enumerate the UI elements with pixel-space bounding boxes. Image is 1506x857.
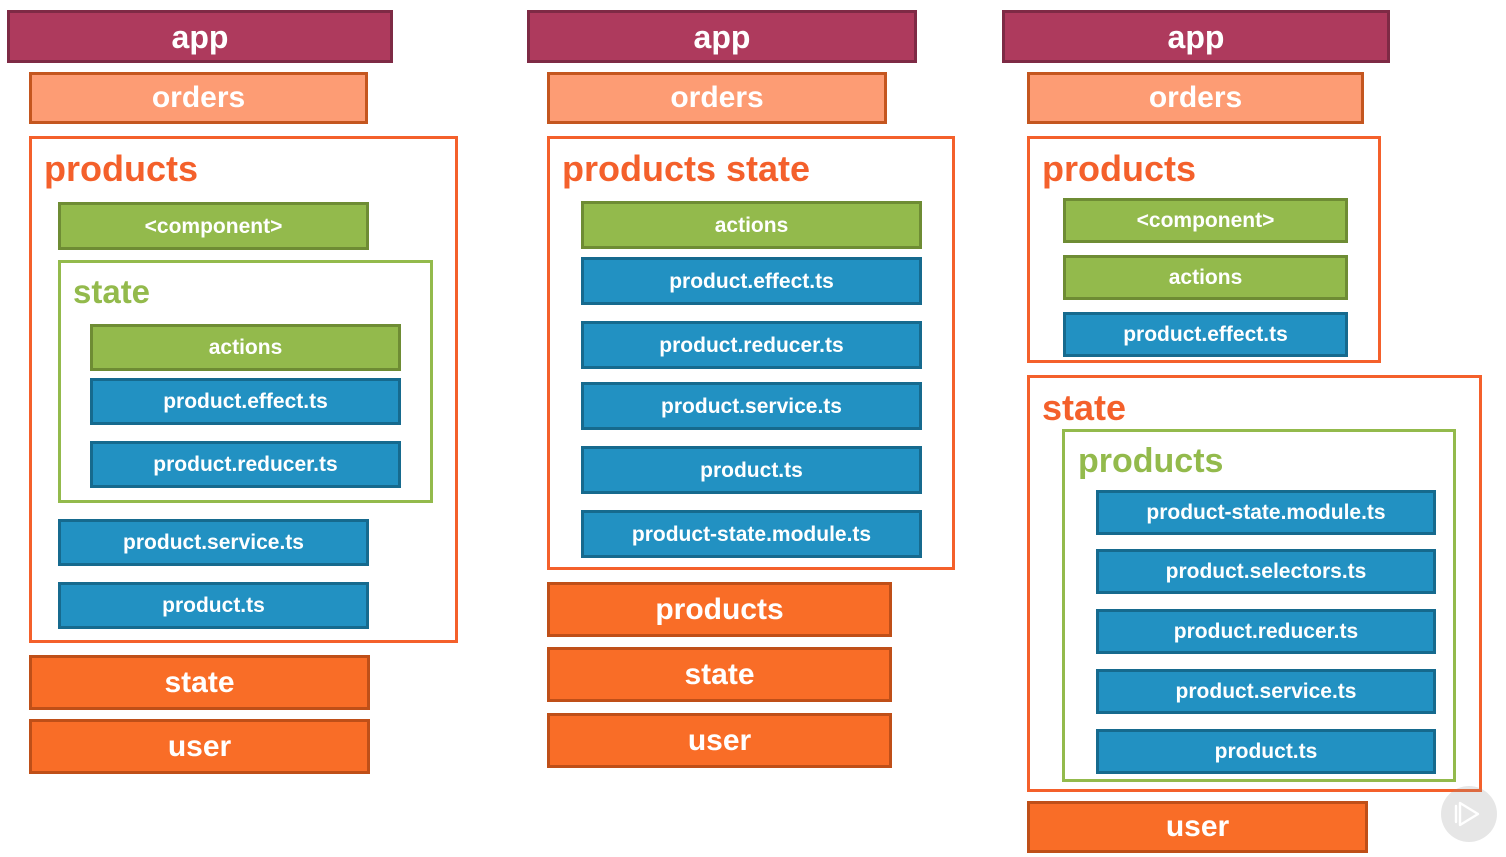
col3-state-products-item-2: product.reducer.ts — [1096, 609, 1436, 654]
col3-state-products-group: products product-state.module.ts product… — [1062, 429, 1456, 782]
col3-products-item-1: actions — [1063, 255, 1348, 300]
col2-orders-bar: orders — [547, 72, 887, 124]
col3-state-products-item-3: product.service.ts — [1096, 669, 1436, 714]
col3-app-header: app — [1002, 10, 1390, 63]
col3-products-group: products <component> actions product.eff… — [1027, 136, 1381, 363]
col2-products-state-group: products state actions product.effect.ts… — [547, 136, 955, 570]
col3-state-products-item-1: product.selectors.ts — [1096, 549, 1436, 594]
col2-app-header: app — [527, 10, 917, 63]
col1-products-tail-1: product.ts — [58, 582, 369, 629]
col1-state-group-title: state — [73, 273, 151, 310]
col1-products-group: products <component> state actions produ… — [29, 136, 458, 643]
col2-products-state-group-title: products state — [562, 148, 811, 189]
col1-app-header: app — [7, 10, 393, 63]
column-1: app orders products <component> state ac… — [0, 0, 500, 857]
col2-group-item-3: product.service.ts — [581, 382, 922, 430]
col1-products-tail-0: product.service.ts — [58, 519, 369, 566]
col2-footer-products: products — [547, 582, 892, 637]
col3-state-products-group-title: products — [1078, 442, 1224, 480]
col1-state-item-2: product.reducer.ts — [90, 441, 401, 488]
col2-footer-user: user — [547, 713, 892, 768]
col2-group-item-4: product.ts — [581, 446, 922, 494]
col1-component-bar: <component> — [58, 202, 369, 250]
col3-state-products-item-0: product-state.module.ts — [1096, 490, 1436, 535]
col1-orders-bar: orders — [29, 72, 368, 124]
col2-group-item-5: product-state.module.ts — [581, 510, 922, 558]
col1-footer-state: state — [29, 655, 370, 710]
col2-footer-state: state — [547, 647, 892, 702]
column-2: app orders products state actions produc… — [520, 0, 990, 857]
col1-state-item-0: actions — [90, 324, 401, 371]
col1-state-item-1: product.effect.ts — [90, 378, 401, 425]
col2-group-item-1: product.effect.ts — [581, 257, 922, 305]
col3-state-group: state products product-state.module.ts p… — [1027, 375, 1482, 792]
diagram-canvas: app orders products <component> state ac… — [0, 0, 1506, 857]
col2-group-item-0: actions — [581, 201, 922, 249]
col3-products-group-title: products — [1042, 148, 1197, 189]
play-logo-watermark — [1441, 786, 1497, 842]
col1-state-group: state actions product.effect.ts product.… — [58, 260, 433, 503]
col3-orders-bar: orders — [1027, 72, 1364, 124]
col1-footer-user: user — [29, 719, 370, 774]
column-3: app orders products <component> actions … — [1000, 0, 1506, 857]
col3-state-group-title: state — [1042, 387, 1127, 428]
col3-footer-user: user — [1027, 801, 1368, 853]
col1-products-group-title: products — [44, 148, 199, 189]
col3-state-products-item-4: product.ts — [1096, 729, 1436, 774]
col3-products-item-2: product.effect.ts — [1063, 312, 1348, 357]
col3-products-item-0: <component> — [1063, 198, 1348, 243]
col2-group-item-2: product.reducer.ts — [581, 321, 922, 369]
